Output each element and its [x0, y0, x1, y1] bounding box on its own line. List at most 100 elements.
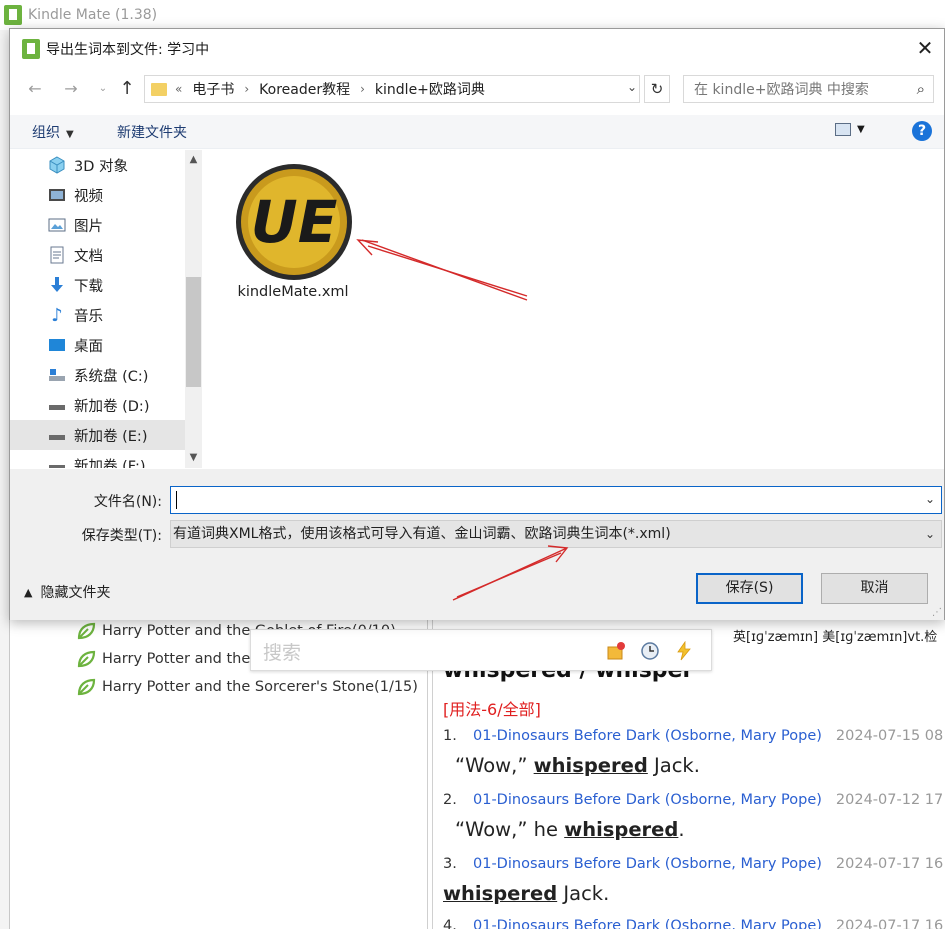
- book-item[interactable]: Harry Potter and the Sorcerer's Stone(1/…: [76, 673, 426, 701]
- example-item: 4. 01-Dinosaurs Before Dark (Osborne, Ma…: [443, 918, 945, 929]
- file-list: UE kindleMate.xml: [210, 150, 934, 468]
- chevron-up-icon: ▲: [24, 585, 33, 599]
- search-placeholder: 在 kindle+欧路词典 中搜索: [694, 82, 869, 98]
- nav-pane-scrollbar[interactable]: ▲ ▼: [185, 150, 202, 468]
- music-icon: ♪: [51, 304, 63, 326]
- nav-item-3d-objects[interactable]: 3D 对象: [10, 150, 185, 180]
- nav-item-desktop[interactable]: 桌面: [10, 330, 185, 360]
- usage-count[interactable]: [用法-6/全部]: [443, 696, 541, 720]
- example-item: 1. 01-Dinosaurs Before Dark (Osborne, Ma…: [443, 728, 945, 777]
- documents-icon: [48, 246, 66, 264]
- dialog-titlebar: 导出生词本到文件: 学习中: [10, 29, 944, 69]
- lightning-icon[interactable]: [673, 640, 695, 662]
- filetype-value: 有道词典XML格式，使用该格式可导入有道、金山词霸、欧路词典生词本(*.xml): [173, 526, 671, 542]
- example-source-link[interactable]: 01-Dinosaurs Before Dark (Osborne, Mary …: [473, 918, 822, 929]
- kindle-mate-logo-icon: [4, 5, 22, 25]
- navigation-bar: ← → ⌄ ↑ « 电子书 › Koreader教程 › kindle+欧路词典…: [10, 73, 944, 107]
- book-title: Harry Potter and the Sorcerer's Stone(1/…: [102, 679, 418, 695]
- close-button[interactable]: ✕: [914, 38, 936, 60]
- nav-item-documents[interactable]: 文档: [10, 240, 185, 270]
- command-bar: 组织 ▼ 新建文件夹 ▼ ?: [10, 115, 944, 149]
- up-arrow-icon[interactable]: ↑: [116, 78, 138, 100]
- example-sentence: “Wow,” whispered Jack.: [455, 754, 700, 777]
- address-overflow[interactable]: «: [175, 82, 182, 96]
- filetype-label: 保存类型(T):: [81, 528, 162, 544]
- caret-down-icon: ▼: [66, 129, 74, 140]
- word-search-box[interactable]: 搜索: [250, 629, 712, 671]
- clock-icon[interactable]: [639, 640, 661, 662]
- back-arrow-icon[interactable]: ←: [24, 78, 46, 100]
- cancel-button[interactable]: 取消: [821, 573, 928, 604]
- example-date: 2024-07-17 16: [835, 856, 944, 872]
- save-options-area: 文件名(N): ⌄ 保存类型(T): 有道词典XML格式，使用该格式可导入有道、…: [10, 469, 944, 620]
- leaf-icon: [77, 678, 96, 696]
- nav-item-system-drive[interactable]: 系统盘 (C:): [10, 360, 185, 390]
- add-note-icon[interactable]: [605, 640, 627, 662]
- breadcrumb-segment[interactable]: 电子书: [192, 79, 234, 99]
- search-icon: ⌕: [916, 80, 925, 98]
- chevron-down-icon[interactable]: ⌄: [925, 492, 935, 506]
- nav-item-drive-e[interactable]: 新加卷 (E:): [10, 420, 185, 450]
- example-date: 2024-07-12 17: [835, 792, 944, 808]
- nav-item-downloads[interactable]: 下载: [10, 270, 185, 300]
- address-bar[interactable]: « 电子书 › Koreader教程 › kindle+欧路词典 ⌄: [144, 75, 640, 103]
- example-number: 2.: [443, 792, 457, 808]
- folder-icon: [151, 82, 167, 96]
- filename-input[interactable]: ⌄: [170, 486, 942, 514]
- breadcrumb-segment[interactable]: kindle+欧路词典: [375, 79, 485, 99]
- scrollbar-thumb[interactable]: [186, 277, 201, 387]
- phonetic-text: 英[ɪɡˈzæmɪn] 美[ɪɡˈzæmɪn]vt.检: [733, 630, 938, 645]
- save-dialog: 导出生词本到文件: 学习中 ✕ ← → ⌄ ↑ « 电子书 › Koreader…: [9, 28, 945, 620]
- save-button[interactable]: 保存(S): [696, 573, 803, 604]
- 3d-objects-icon: [48, 156, 66, 174]
- dialog-title: 导出生词本到文件: 学习中: [46, 42, 210, 58]
- hide-folders-toggle[interactable]: ▲ 隐藏文件夹: [24, 582, 110, 602]
- video-icon: [48, 186, 66, 204]
- forward-arrow-icon[interactable]: →: [60, 78, 82, 100]
- system-drive-icon: [48, 366, 66, 384]
- nav-item-videos[interactable]: 视频: [10, 180, 185, 210]
- kindle-mate-logo-icon: [22, 39, 40, 59]
- filename-label: 文件名(N):: [93, 494, 162, 510]
- chevron-right-icon[interactable]: ›: [244, 82, 249, 96]
- example-number: 1.: [443, 728, 457, 744]
- drive-icon: [48, 396, 66, 414]
- example-source-link[interactable]: 01-Dinosaurs Before Dark (Osborne, Mary …: [473, 856, 822, 872]
- breadcrumb-segment[interactable]: Koreader教程: [259, 79, 350, 99]
- scroll-up-icon[interactable]: ▲: [188, 154, 199, 165]
- download-icon: [48, 276, 66, 294]
- example-source-link[interactable]: 01-Dinosaurs Before Dark (Osborne, Mary …: [473, 728, 822, 744]
- chevron-down-icon[interactable]: ⌄: [925, 521, 935, 547]
- chevron-right-icon[interactable]: ›: [360, 82, 365, 96]
- drive-icon: [48, 426, 66, 444]
- nav-item-drive-f[interactable]: 新加卷 (F:): [10, 450, 185, 468]
- nav-item-pictures[interactable]: 图片: [10, 210, 185, 240]
- organize-menu[interactable]: 组织 ▼: [32, 122, 74, 142]
- new-folder-button[interactable]: 新建文件夹: [117, 122, 187, 142]
- leaf-icon: [77, 650, 96, 668]
- view-options-button[interactable]: ▼: [835, 123, 865, 136]
- file-item[interactable]: UE kindleMate.xml: [234, 162, 352, 300]
- nav-item-drive-d[interactable]: 新加卷 (D:): [10, 390, 185, 420]
- help-icon[interactable]: ?: [912, 121, 932, 141]
- text-caret: [176, 491, 177, 509]
- nav-item-music[interactable]: ♪ 音乐: [10, 300, 185, 330]
- example-sentence: whispered Jack.: [443, 882, 610, 905]
- filetype-select[interactable]: 有道词典XML格式，使用该格式可导入有道、金山词霸、欧路词典生词本(*.xml)…: [170, 520, 942, 548]
- example-sentence: “Wow,” he whispered.: [455, 818, 685, 841]
- search-placeholder: 搜索: [263, 642, 302, 664]
- navigation-pane: 3D 对象 视频 图片 文档 下载 ♪ 音乐 桌面 系统盘 (C:) 新加卷 (…: [10, 150, 202, 468]
- example-source-link[interactable]: 01-Dinosaurs Before Dark (Osborne, Mary …: [473, 792, 822, 808]
- recent-locations-chevron-icon[interactable]: ⌄: [92, 78, 114, 100]
- app-titlebar: Kindle Mate (1.38): [0, 0, 945, 30]
- refresh-button[interactable]: ↻: [644, 75, 670, 103]
- folder-search-input[interactable]: 在 kindle+欧路词典 中搜索 ⌕: [683, 75, 934, 103]
- chevron-down-icon[interactable]: ⌄: [627, 80, 637, 94]
- scroll-down-icon[interactable]: ▼: [188, 452, 199, 463]
- example-item: 3. 01-Dinosaurs Before Dark (Osborne, Ma…: [443, 856, 945, 905]
- example-item: 2. 01-Dinosaurs Before Dark (Osborne, Ma…: [443, 792, 945, 841]
- svg-text:UE: UE: [251, 188, 338, 256]
- resize-grip-icon[interactable]: ⋰: [932, 607, 942, 618]
- pictures-icon: [48, 216, 66, 234]
- example-date: 2024-07-17 16: [835, 918, 944, 929]
